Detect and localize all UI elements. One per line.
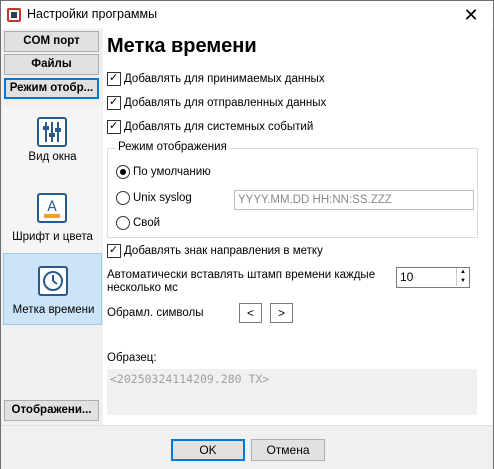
- radio-label: Unix syslog: [133, 192, 192, 204]
- sample-box: <20250324114209.280 TX>: [107, 369, 477, 415]
- checkbox-label: Добавлять знак направления в метку: [124, 245, 323, 257]
- page-title: Метка времени: [107, 35, 257, 57]
- window-title: Настройки программы: [27, 7, 158, 21]
- sidebar-item-label: Вид окна: [28, 151, 77, 163]
- sidebar: COM порт Файлы Режим отобр... Вид окна A…: [1, 29, 103, 425]
- settings-panel: Метка времени Добавлять для принимаемых …: [103, 29, 492, 425]
- frame-symbols-label: Обрамл. символы: [107, 307, 204, 319]
- sliders-icon: [37, 117, 67, 147]
- radio-label: Свой: [133, 217, 161, 229]
- ok-button[interactable]: OK: [171, 439, 245, 461]
- nav-button-display-mode[interactable]: Режим отобр...: [4, 78, 99, 99]
- frame-right-input[interactable]: >: [270, 303, 293, 323]
- nav-button-display[interactable]: Отображени...: [4, 400, 99, 421]
- nav-pane: Вид окна A Шрифт и цвета Метка времени: [3, 107, 102, 325]
- app-icon: [7, 8, 21, 22]
- sample-label: Образец:: [107, 352, 157, 364]
- spinner-value: 10: [400, 270, 414, 284]
- clock-icon: [38, 266, 68, 296]
- custom-format-input[interactable]: YYYY.MM.DD HH:NN:SS.ZZZ: [234, 190, 474, 210]
- radio-dot-icon: [116, 165, 130, 179]
- checkbox-label: Добавлять для принимаемых данных: [124, 73, 325, 85]
- check-icon: [107, 119, 121, 134]
- sidebar-item-label: Метка времени: [12, 304, 95, 316]
- font-color-icon: A: [37, 193, 67, 223]
- checkbox-label: Добавлять для системных событий: [124, 121, 314, 133]
- auto-insert-label-line2: несколько мс: [107, 282, 178, 294]
- check-icon: [107, 95, 121, 110]
- display-mode-group: Режим отображения По умолчанию Unix sysl…: [107, 141, 478, 238]
- close-icon: ✕: [463, 5, 479, 25]
- title-bar: Настройки программы ✕: [1, 1, 493, 29]
- radio-dot-icon: [116, 216, 130, 230]
- nav-button-files[interactable]: Файлы: [4, 54, 99, 75]
- nav-button-com-port[interactable]: COM порт: [4, 31, 99, 52]
- auto-insert-label-line1: Автоматически вставлять штамп времени ка…: [107, 269, 376, 281]
- sidebar-item-timestamp[interactable]: Метка времени: [3, 253, 102, 325]
- group-title: Режим отображения: [116, 141, 229, 153]
- frame-left-input[interactable]: <: [239, 303, 262, 323]
- auto-insert-spinner[interactable]: 10 ▲ ▼: [396, 267, 470, 288]
- cancel-button[interactable]: Отмена: [251, 439, 325, 461]
- sidebar-item-window-view[interactable]: Вид окна: [3, 107, 102, 183]
- settings-window: Настройки программы ✕ COM порт Файлы Реж…: [0, 0, 494, 469]
- sample-text: <20250324114209.280 TX>: [110, 372, 270, 386]
- radio-label: По умолчанию: [133, 166, 211, 178]
- check-icon: [107, 71, 121, 86]
- spin-down-icon[interactable]: ▼: [456, 277, 469, 286]
- spin-up-icon[interactable]: ▲: [456, 268, 469, 277]
- checkbox-label: Добавлять для отправленных данных: [124, 97, 327, 109]
- radio-dot-icon: [116, 191, 130, 205]
- sidebar-item-label: Шрифт и цвета: [12, 231, 93, 243]
- dialog-footer: OK Отмена: [1, 425, 493, 469]
- check-icon: [107, 243, 121, 258]
- close-button[interactable]: ✕: [449, 1, 493, 29]
- svg-text:A: A: [47, 199, 57, 215]
- sidebar-item-font-colors[interactable]: A Шрифт и цвета: [3, 183, 102, 253]
